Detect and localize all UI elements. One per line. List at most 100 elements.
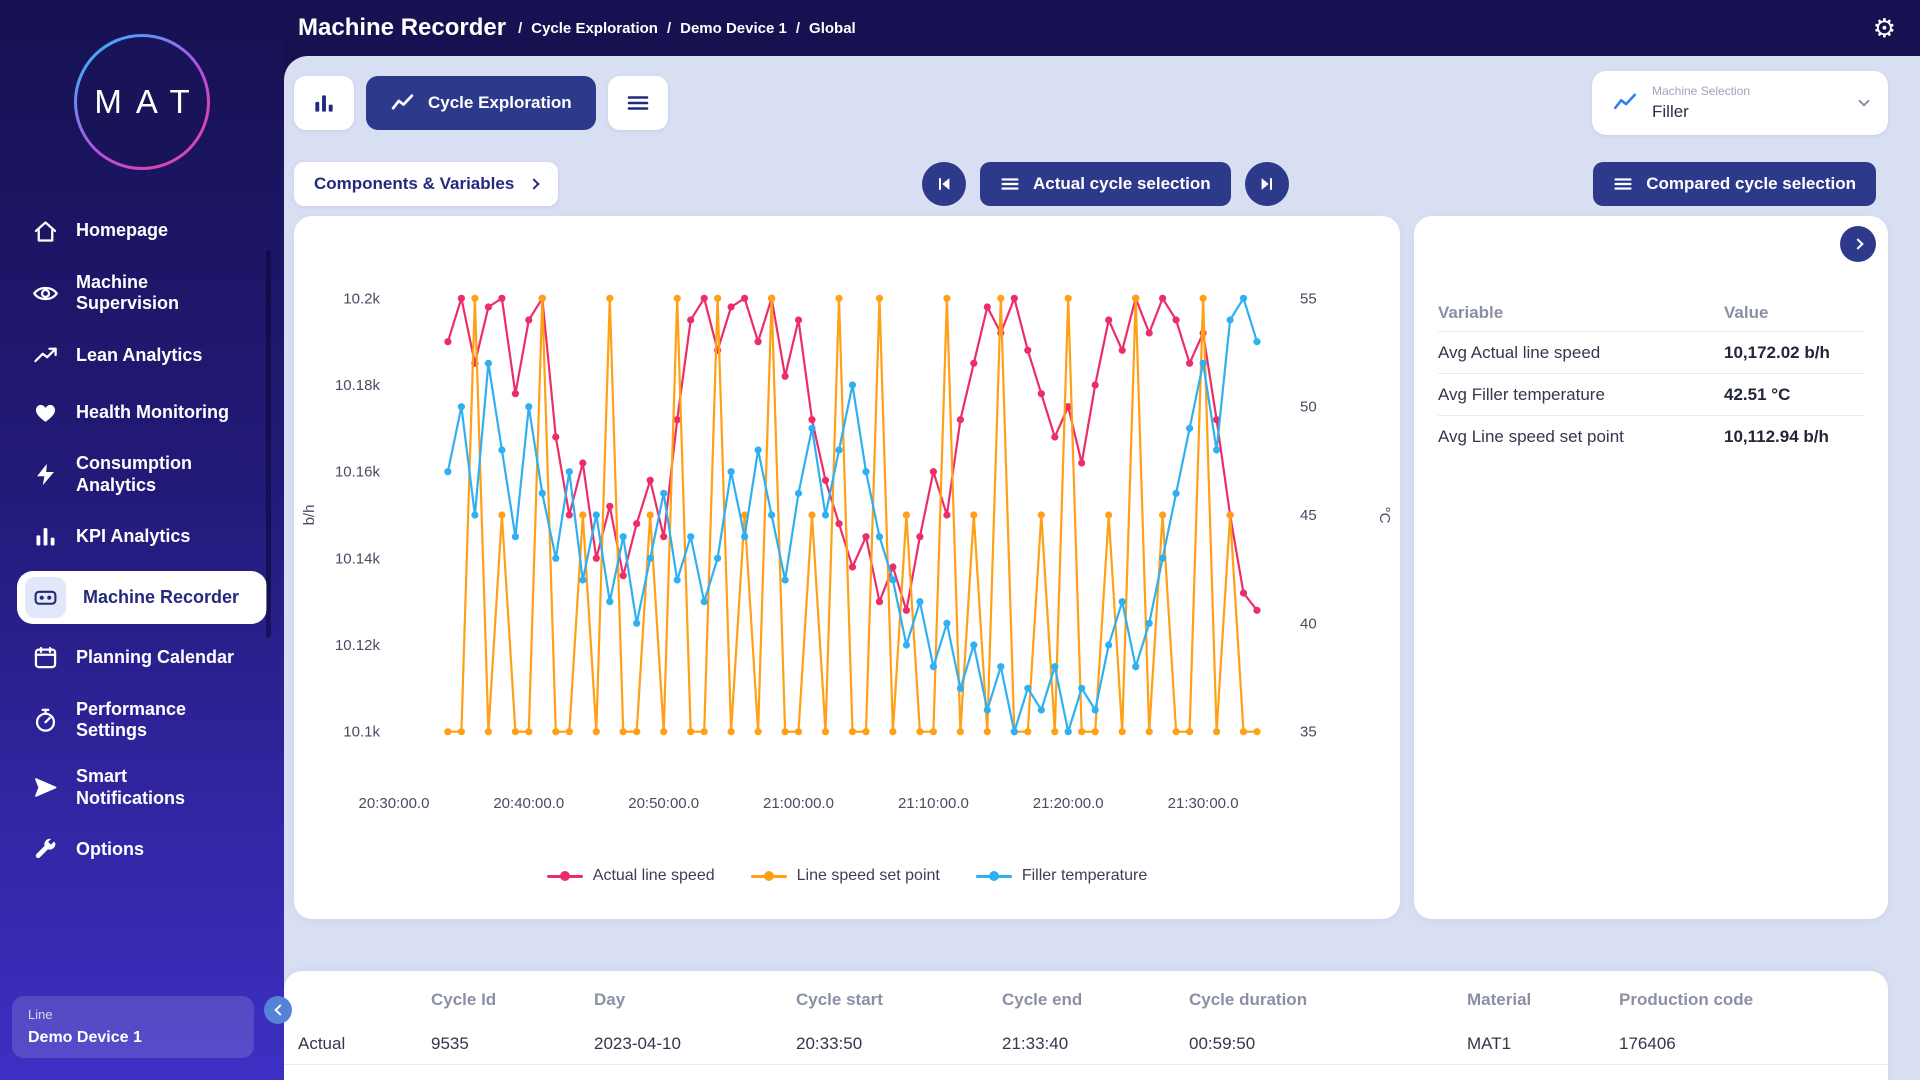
svg-text:20:30:00.0: 20:30:00.0 xyxy=(359,795,430,812)
breadcrumb-item[interactable]: Demo Device 1 xyxy=(680,20,787,37)
svg-text:45: 45 xyxy=(1300,507,1317,524)
cycle-chart-svg: 10.1k 10.12k 10.14k 10.16k 10.18k 10.2k 35 40 45… xyxy=(301,290,1393,812)
sidebar: MAT Homepage Machine Supervision Lean An… xyxy=(0,0,292,1080)
table-row: Avg Line speed set point 10,112.94 b/h xyxy=(1438,416,1864,458)
svg-text:35: 35 xyxy=(1300,724,1317,741)
components-variables-button[interactable]: Components & Variables xyxy=(294,162,559,206)
column-header: Variable xyxy=(1438,302,1504,322)
svg-text:21:00:00.0: 21:00:00.0 xyxy=(763,795,834,812)
table-row: Avg Filler temperature 42.51 °C xyxy=(1438,374,1864,416)
sidebar-item-smart-notifications[interactable]: Smart Notifications xyxy=(17,759,267,815)
menu-view-button[interactable] xyxy=(607,76,668,130)
legend-marker xyxy=(750,874,787,878)
line-chart-icon xyxy=(390,91,415,116)
skip-back-icon xyxy=(934,174,954,194)
next-cycle-button[interactable] xyxy=(1244,162,1289,206)
hamburger-icon xyxy=(1613,174,1633,194)
trend-icon xyxy=(32,342,59,369)
production-code: 176406 xyxy=(1619,1033,1676,1053)
legend-item-filler-temperature[interactable]: Filler temperature xyxy=(975,867,1147,885)
variable-value: 42.51 °C xyxy=(1724,384,1791,404)
legend-item-actual-line-speed[interactable]: Actual line speed xyxy=(546,867,715,885)
chevron-down-icon xyxy=(1858,95,1870,107)
chevron-right-icon xyxy=(1852,238,1864,250)
table-row: Avg Actual line speed 10,172.02 b/h xyxy=(1438,332,1864,374)
variable-name: Avg Actual line speed xyxy=(1438,342,1601,362)
legend-marker xyxy=(546,874,583,878)
breadcrumb-separator: / xyxy=(795,19,801,37)
column-header: Cycle start xyxy=(796,990,883,1009)
sidebar-item-machine-recorder[interactable]: Machine Recorder xyxy=(17,570,267,624)
cycle-row-name: Actual xyxy=(298,1033,346,1053)
collapse-panel-button[interactable] xyxy=(1840,226,1876,262)
actual-cycle-selection-button[interactable]: Actual cycle selection xyxy=(980,162,1231,206)
cycle-exploration-tab[interactable]: Cycle Exploration xyxy=(366,76,596,130)
previous-cycle-button[interactable] xyxy=(922,162,966,206)
column-header: Value xyxy=(1724,302,1769,322)
breadcrumb-item[interactable]: Global xyxy=(809,20,856,37)
line-selector-card[interactable]: Line Demo Device 1 xyxy=(12,996,254,1058)
svg-text:40: 40 xyxy=(1300,615,1317,632)
breadcrumb-separator: / xyxy=(518,19,523,37)
skip-forward-icon xyxy=(1257,174,1277,194)
variables-table: Variable Value Avg Actual line speed 10,… xyxy=(1414,294,1888,458)
sidebar-scrollbar[interactable] xyxy=(266,250,271,638)
sidebar-item-planning-calendar[interactable]: Planning Calendar xyxy=(17,635,267,681)
bolt-icon xyxy=(32,461,59,488)
column-header: Cycle end xyxy=(1002,990,1083,1009)
cycle-day: 2023-04-10 xyxy=(594,1033,681,1053)
svg-text:10.14k: 10.14k xyxy=(335,550,381,567)
svg-text:b/h: b/h xyxy=(301,505,318,526)
sidebar-collapse-button[interactable] xyxy=(264,996,292,1024)
machine-selection-label: Machine Selection xyxy=(1652,84,1751,98)
sidebar-item-machine-supervision[interactable]: Machine Supervision xyxy=(17,265,267,321)
svg-text:55: 55 xyxy=(1300,290,1317,307)
sidebar-item-options[interactable]: Options xyxy=(17,827,267,873)
page-title: Machine Recorder xyxy=(298,14,507,41)
calendar-icon xyxy=(32,644,59,671)
breadcrumb: / Cycle Exploration / Demo Device 1 / Gl… xyxy=(518,20,856,37)
breadcrumb-separator: / xyxy=(666,19,672,37)
column-header: Cycle Id xyxy=(431,990,497,1009)
hamburger-icon xyxy=(1000,174,1020,194)
breadcrumb-item[interactable]: Cycle Exploration xyxy=(531,20,658,37)
logo-text: MAT xyxy=(94,83,204,120)
sidebar-nav: Homepage Machine Supervision Lean Analyt… xyxy=(0,204,284,873)
bar-chart-view-button[interactable] xyxy=(294,76,354,130)
svg-text:50: 50 xyxy=(1300,399,1317,416)
top-header: Machine Recorder / Cycle Exploration / D… xyxy=(0,0,1920,56)
heart-icon xyxy=(32,399,59,426)
svg-text:10.18k: 10.18k xyxy=(335,377,381,394)
line-label: Line xyxy=(28,1007,53,1022)
svg-text:21:10:00.0: 21:10:00.0 xyxy=(898,795,969,812)
compared-cycle-selection-button[interactable]: Compared cycle selection xyxy=(1593,162,1876,206)
sidebar-item-performance-settings[interactable]: Performance Settings xyxy=(17,692,267,748)
chevron-right-icon xyxy=(528,178,540,190)
variable-value: 10,172.02 b/h xyxy=(1724,342,1830,362)
bar-chart-icon xyxy=(311,90,337,116)
view-toolbar: Cycle Exploration Machine Selection Fill… xyxy=(294,70,1888,136)
variable-value: 10,112.94 b/h xyxy=(1724,427,1829,446)
chevron-left-icon xyxy=(273,1004,286,1016)
app-logo: MAT xyxy=(74,34,210,170)
chart-legend: Actual line speed Line speed set point F… xyxy=(294,867,1400,885)
settings-gear-icon[interactable]: ⚙ xyxy=(1873,15,1896,41)
sidebar-item-lean-analytics[interactable]: Lean Analytics xyxy=(17,332,267,378)
send-icon xyxy=(32,774,59,801)
home-icon xyxy=(32,218,59,245)
machine-selection-dropdown[interactable]: Machine Selection Filler xyxy=(1592,71,1888,135)
sidebar-item-homepage[interactable]: Homepage xyxy=(17,208,267,254)
svg-text:10.1k: 10.1k xyxy=(343,724,380,741)
sidebar-item-consumption-analytics[interactable]: Consumption Analytics xyxy=(17,446,267,502)
column-header: Production code xyxy=(1619,990,1754,1009)
wrench-icon xyxy=(32,836,59,863)
svg-text:10.12k: 10.12k xyxy=(335,637,381,654)
sidebar-item-health-monitoring[interactable]: Health Monitoring xyxy=(17,389,267,435)
cycle-material: MAT1 xyxy=(1467,1033,1512,1053)
machine-selection-value: Filler xyxy=(1652,102,1689,121)
selection-toolbar: Components & Variables Actual cycle sele… xyxy=(294,162,1876,206)
hamburger-icon xyxy=(626,91,650,115)
sidebar-item-kpi-analytics[interactable]: KPI Analytics xyxy=(17,514,267,560)
bar-chart-icon xyxy=(32,523,59,550)
legend-item-line-speed-set-point[interactable]: Line speed set point xyxy=(750,867,940,885)
